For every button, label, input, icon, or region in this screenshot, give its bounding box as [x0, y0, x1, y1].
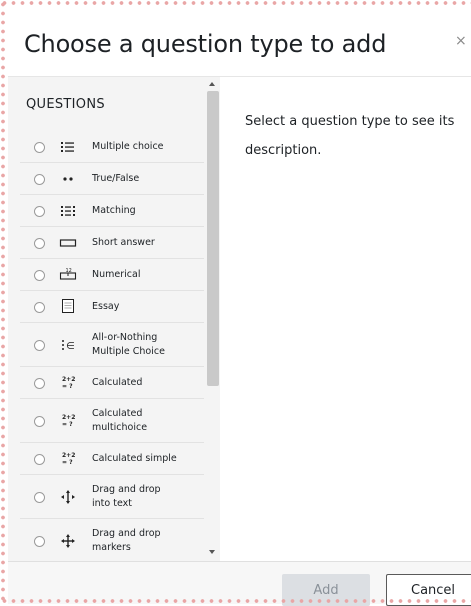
radio-calculated[interactable]: [34, 378, 45, 389]
calculated-multichoice-icon: 2+2 = ?: [58, 412, 78, 428]
options-scrollbar[interactable]: [207, 82, 219, 559]
scroll-up-icon[interactable]: [209, 82, 215, 86]
option-label: Calculated simple: [92, 453, 177, 464]
footer-divider: [8, 561, 471, 562]
svg-text:2+2: 2+2: [62, 452, 75, 459]
option-label: True/False: [92, 173, 140, 184]
option-label: Short answer: [92, 237, 155, 248]
all-or-nothing-icon: ∈: [58, 337, 78, 353]
question-type-dialog: Choose a question type to add × QUESTION…: [0, 0, 471, 606]
option-multiple-choice[interactable]: Multiple choice: [20, 131, 204, 163]
option-label-line2: Multiple Choice: [92, 346, 165, 357]
drag-drop-markers-icon: [58, 533, 78, 549]
svg-text:2+2: 2+2: [62, 376, 75, 383]
radio-multiple-choice[interactable]: [34, 142, 45, 153]
radio-essay[interactable]: [34, 302, 45, 313]
option-label: Calculated: [92, 377, 143, 388]
radio-calculated-multichoice[interactable]: [34, 416, 45, 427]
close-icon[interactable]: ×: [455, 33, 467, 49]
option-essay[interactable]: Essay: [20, 291, 204, 323]
option-calculated-simple[interactable]: 2+2 = ? Calculated simple: [20, 443, 204, 475]
option-label: Matching: [92, 205, 136, 216]
option-label: Essay: [92, 301, 120, 312]
options-heading: QUESTIONS: [26, 97, 105, 112]
radio-drag-drop-markers[interactable]: [34, 536, 45, 547]
essay-icon: [58, 298, 78, 314]
dialog-title: Choose a question type to add: [24, 30, 387, 58]
true-false-icon: [58, 171, 78, 187]
svg-text:= ?: = ?: [62, 459, 73, 466]
matching-icon: [58, 203, 78, 219]
svg-text:= ?: = ?: [62, 383, 73, 390]
radio-drag-drop-text[interactable]: [34, 492, 45, 503]
option-true-false[interactable]: True/False: [20, 163, 204, 195]
option-matching[interactable]: Matching: [20, 195, 204, 227]
option-label-line1: Drag and drop: [92, 528, 161, 539]
option-short-answer[interactable]: Short answer: [20, 227, 204, 259]
option-drag-drop-text[interactable]: Drag and drop into text: [20, 475, 204, 519]
option-label-line2: markers: [92, 542, 131, 553]
svg-text:= ?: = ?: [62, 421, 73, 428]
radio-matching[interactable]: [34, 206, 45, 217]
question-description: Select a question type to see its descri…: [245, 114, 455, 158]
dotted-border-top: [0, 0, 471, 6]
scroll-down-icon[interactable]: [209, 550, 215, 554]
option-calculated[interactable]: 2+2 = ? Calculated: [20, 367, 204, 399]
radio-numerical[interactable]: [34, 270, 45, 281]
dotted-border-left: [0, 0, 6, 604]
option-label-line2: multichoice: [92, 422, 148, 433]
short-answer-icon: [58, 235, 78, 251]
option-label-line2: into text: [92, 498, 132, 509]
option-label-line1: All-or-Nothing: [92, 332, 158, 343]
option-label: Multiple choice: [92, 141, 164, 152]
radio-calculated-simple[interactable]: [34, 454, 45, 465]
calculated-icon: 2+2 = ?: [58, 374, 78, 390]
option-label: Numerical: [92, 269, 141, 280]
option-numerical[interactable]: 12 Numerical: [20, 259, 204, 291]
svg-text:2+2: 2+2: [62, 414, 75, 421]
calculated-simple-icon: 2+2 = ?: [58, 450, 78, 466]
numerical-icon: 12: [58, 266, 78, 282]
dotted-border-bottom: [0, 598, 471, 604]
radio-true-false[interactable]: [34, 174, 45, 185]
option-all-or-nothing[interactable]: ∈ All-or-Nothing Multiple Choice: [20, 323, 204, 367]
radio-all-or-nothing[interactable]: [34, 340, 45, 351]
option-label-line1: Drag and drop: [92, 484, 161, 495]
option-label-line1: Calculated: [92, 408, 143, 419]
scrollbar-thumb[interactable]: [207, 91, 219, 386]
multiple-choice-icon: [58, 139, 78, 155]
svg-text:∈: ∈: [66, 341, 75, 352]
option-calculated-multichoice[interactable]: 2+2 = ? Calculated multichoice: [20, 399, 204, 443]
radio-short-answer[interactable]: [34, 238, 45, 249]
option-drag-drop-markers[interactable]: Drag and drop markers: [20, 519, 204, 563]
drag-drop-text-icon: [58, 489, 78, 505]
